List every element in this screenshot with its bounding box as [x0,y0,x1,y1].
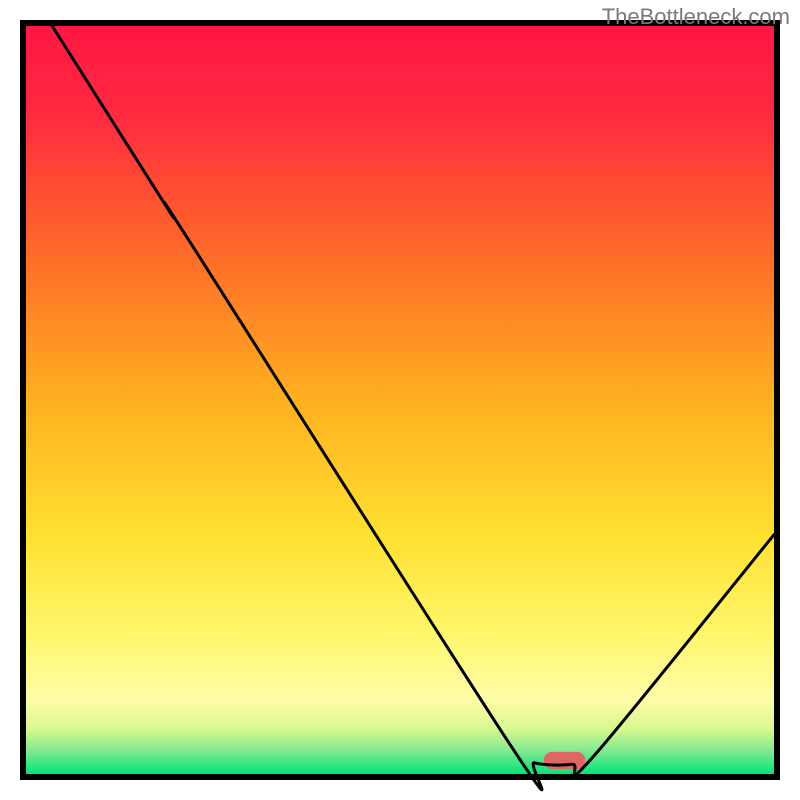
optimal-marker [544,752,585,769]
plot-background [26,26,774,774]
chart-root: TheBottleneck.com [0,0,800,800]
chart-svg [0,0,800,800]
watermark-text: TheBottleneck.com [602,4,790,30]
